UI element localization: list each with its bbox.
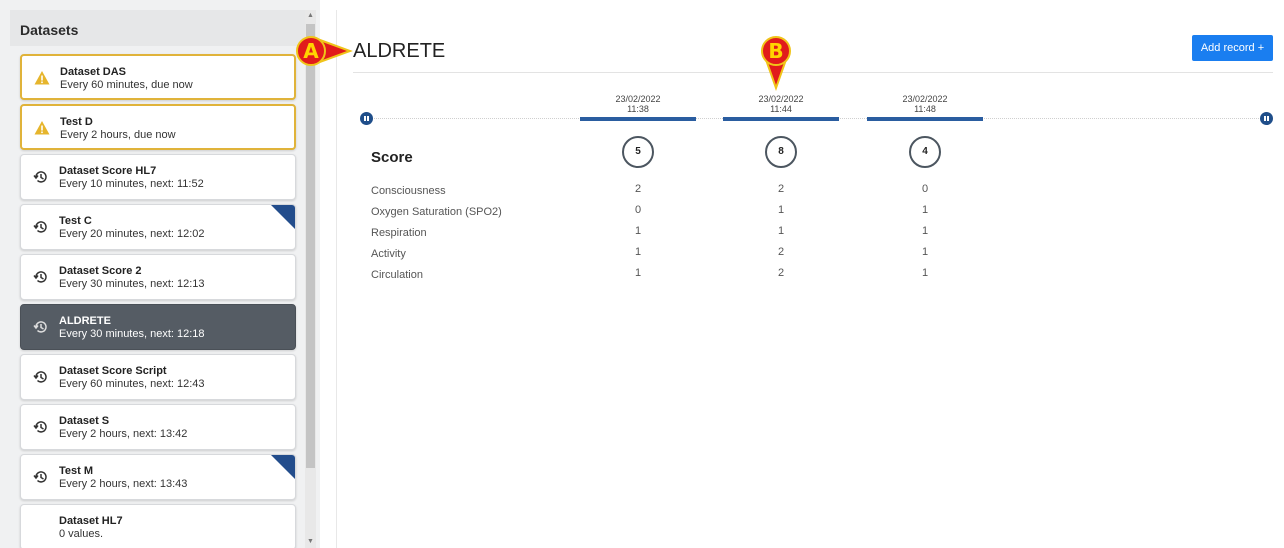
- dataset-card[interactable]: Test M Every 2 hours, next: 13:43: [20, 454, 296, 500]
- dataset-schedule: Every 60 minutes, next: 12:43: [59, 378, 205, 390]
- dataset-card[interactable]: Test D Every 2 hours, due now: [20, 104, 296, 150]
- record-value: 1: [921, 267, 929, 279]
- dataset-schedule: Every 10 minutes, next: 11:52: [59, 178, 204, 190]
- datasets-sidebar: Datasets Dataset DAS Every 60 minutes, d…: [0, 0, 320, 548]
- dataset-schedule: Every 30 minutes, next: 12:13: [59, 278, 205, 290]
- dataset-schedule: Every 2 hours, due now: [60, 129, 176, 141]
- row-label: Activity: [371, 248, 406, 260]
- dataset-card[interactable]: Dataset DAS Every 60 minutes, due now: [20, 54, 296, 100]
- record-column[interactable]: 23/02/2022 11:44 8 2 1 1 2 2: [723, 94, 839, 284]
- record-value: 0: [921, 183, 929, 195]
- row-labels: Consciousness Oxygen Saturation (SPO2) R…: [371, 181, 502, 286]
- record-value: 1: [921, 246, 929, 258]
- score-circle: 5: [622, 136, 654, 168]
- history-icon: [33, 221, 47, 233]
- corner-flag-icon: [271, 455, 295, 479]
- scroll-up-arrow-icon[interactable]: ▲: [305, 10, 316, 22]
- history-icon: [33, 171, 47, 183]
- warning-icon: [34, 121, 50, 135]
- record-value: 1: [634, 225, 642, 237]
- history-icon: [33, 421, 47, 433]
- callout-b-label: B: [761, 36, 791, 66]
- record-time: 11:38: [627, 104, 649, 114]
- callout-a-label: A: [296, 36, 326, 66]
- record-value: 1: [921, 225, 929, 237]
- record-value: 1: [634, 246, 642, 258]
- record-value: 0: [634, 204, 642, 216]
- dataset-schedule: Every 2 hours, next: 13:42: [59, 428, 188, 440]
- corner-flag-icon: [271, 205, 295, 229]
- scroll-thumb[interactable]: [306, 24, 315, 468]
- row-label: Circulation: [371, 269, 423, 281]
- dataset-list: Dataset DAS Every 60 minutes, due now Te…: [20, 54, 296, 548]
- history-icon: [33, 271, 47, 283]
- record-time: 11:44: [770, 104, 792, 114]
- row-label: Consciousness: [371, 185, 446, 197]
- dataset-name: Dataset Score 2: [59, 265, 142, 277]
- record-column[interactable]: 23/02/2022 11:48 4 0 1 1 1 1: [867, 94, 983, 284]
- sidebar-scrollbar[interactable]: ▲ ▼: [305, 10, 316, 548]
- dataset-name: ALDRETE: [59, 315, 111, 327]
- sidebar-title: Datasets: [20, 22, 79, 38]
- dataset-schedule: Every 30 minutes, next: 12:18: [59, 328, 205, 340]
- record-value: 1: [921, 204, 929, 216]
- timeline-next-icon[interactable]: [1260, 112, 1273, 125]
- history-icon: [33, 371, 47, 383]
- history-icon: [33, 321, 47, 333]
- dataset-card[interactable]: Dataset Score Script Every 60 minutes, n…: [20, 354, 296, 400]
- record-bar: [580, 117, 696, 121]
- record-value: 1: [777, 225, 785, 237]
- dataset-name: Dataset Score HL7: [59, 165, 157, 177]
- record-time: 11:48: [914, 104, 936, 114]
- dataset-card[interactable]: Dataset HL7 0 values.: [20, 504, 296, 548]
- record-date: 23/02/2022: [615, 94, 661, 104]
- add-record-button[interactable]: Add record +: [1192, 35, 1273, 61]
- record-value: 2: [777, 183, 785, 195]
- dataset-card[interactable]: Dataset Score 2 Every 30 minutes, next: …: [20, 254, 296, 300]
- record-bar: [867, 117, 983, 121]
- sidebar-header: Datasets: [10, 10, 306, 46]
- record-value: 1: [634, 267, 642, 279]
- score-label: Score: [371, 149, 413, 166]
- record-date: 23/02/2022: [902, 94, 948, 104]
- title-divider: [353, 72, 1273, 73]
- timeline-prev-icon[interactable]: [360, 112, 373, 125]
- dataset-card-selected[interactable]: ALDRETE Every 30 minutes, next: 12:18: [20, 304, 296, 350]
- dataset-name: Dataset DAS: [60, 66, 127, 78]
- dataset-name: Dataset S: [59, 415, 110, 427]
- record-date: 23/02/2022: [758, 94, 804, 104]
- dataset-name: Test D: [60, 116, 93, 128]
- dataset-schedule: Every 2 hours, next: 13:43: [59, 478, 188, 490]
- dataset-card[interactable]: Test C Every 20 minutes, next: 12:02: [20, 204, 296, 250]
- dataset-name: Test C: [59, 215, 92, 227]
- record-bar: [723, 117, 839, 121]
- scroll-down-arrow-icon[interactable]: ▼: [305, 536, 316, 548]
- record-value: 2: [777, 267, 785, 279]
- warning-icon: [34, 71, 50, 85]
- dataset-name: Test M: [59, 465, 94, 477]
- dataset-name: Dataset Score Script: [59, 365, 167, 377]
- dataset-card[interactable]: Dataset S Every 2 hours, next: 13:42: [20, 404, 296, 450]
- record-value: 1: [777, 204, 785, 216]
- dataset-schedule: 0 values.: [59, 528, 104, 540]
- history-icon: [33, 471, 47, 483]
- main-panel: ALDRETE Add record + Score Consciousness…: [336, 10, 1284, 548]
- dataset-schedule: Every 60 minutes, due now: [60, 79, 193, 91]
- record-value: 2: [634, 183, 642, 195]
- row-label: Oxygen Saturation (SPO2): [371, 206, 502, 218]
- record-column[interactable]: 23/02/2022 11:38 5 2 0 1 1 1: [580, 94, 696, 284]
- score-circle: 8: [765, 136, 797, 168]
- page-title: ALDRETE: [353, 40, 446, 62]
- dataset-name: Dataset HL7: [59, 515, 123, 527]
- dataset-schedule: Every 20 minutes, next: 12:02: [59, 228, 205, 240]
- dataset-card[interactable]: Dataset Score HL7 Every 10 minutes, next…: [20, 154, 296, 200]
- record-value: 2: [777, 246, 785, 258]
- score-circle: 4: [909, 136, 941, 168]
- row-label: Respiration: [371, 227, 427, 239]
